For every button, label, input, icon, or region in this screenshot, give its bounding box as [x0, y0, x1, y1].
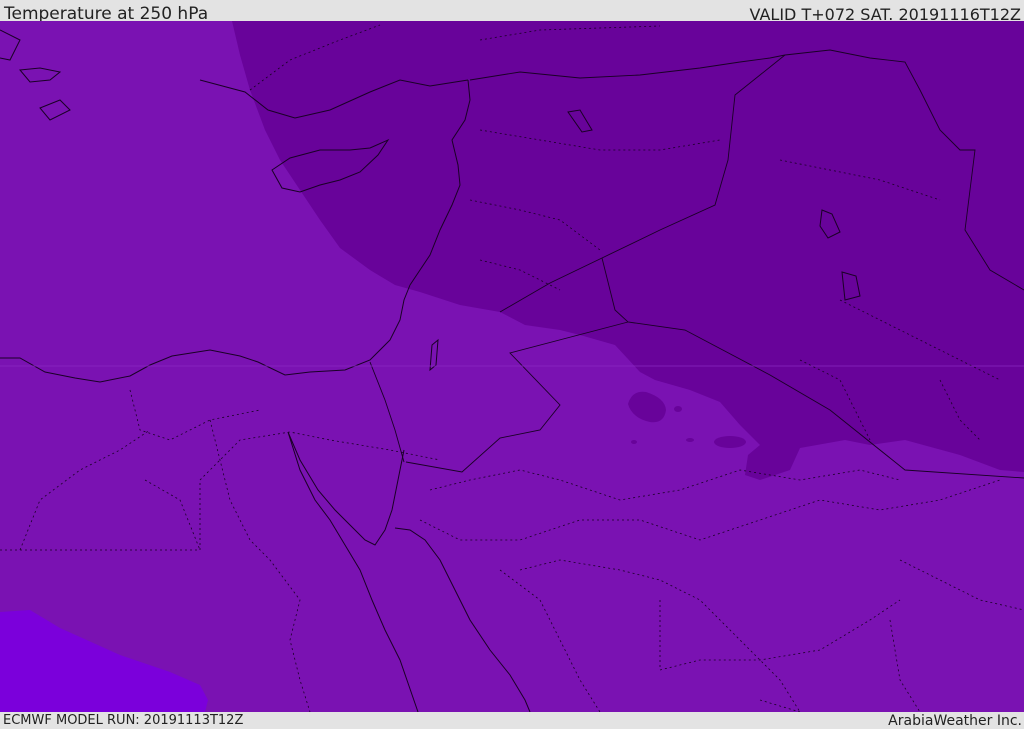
temperature-map[interactable] [0, 21, 1024, 712]
model-run-label: ECMWF MODEL RUN: 20191113T12Z [3, 713, 244, 728]
map-frame: Temperature at 250 hPa VALID T+072 SAT. … [0, 0, 1024, 729]
temperature-blob [686, 438, 694, 442]
temperature-blob [714, 436, 746, 448]
temperature-blob [674, 406, 682, 412]
map-canvas [0, 21, 1024, 712]
temperature-blob [631, 440, 637, 444]
credit-label: ArabiaWeather Inc. [888, 713, 1022, 729]
